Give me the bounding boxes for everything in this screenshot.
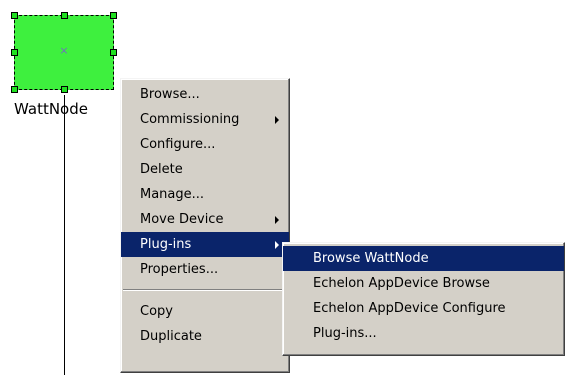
submenu-arrow-icon	[275, 116, 279, 124]
connector-line	[64, 95, 65, 375]
context-menu: Browse... Commissioning Configure... Del…	[120, 78, 290, 373]
device-label: WattNode	[14, 100, 88, 118]
menu-item-copy[interactable]: Copy	[121, 299, 289, 324]
wattnode-device-shape[interactable]: ×	[11, 12, 117, 93]
resize-handle-bottom-center[interactable]	[61, 86, 68, 93]
menu-item-label: Move Device	[140, 212, 224, 227]
menu-item-label: Duplicate	[140, 329, 202, 344]
menu-item-commissioning[interactable]: Commissioning	[121, 107, 289, 132]
submenu-item-label: Plug-ins...	[313, 326, 377, 341]
menu-item-label: Browse...	[140, 87, 200, 102]
menu-item-browse[interactable]: Browse...	[121, 82, 289, 107]
menu-item-manage[interactable]: Manage...	[121, 182, 289, 207]
plugins-submenu: Browse WattNode Echelon AppDevice Browse…	[282, 242, 565, 356]
resize-handle-top-center[interactable]	[61, 12, 68, 19]
submenu-arrow-icon	[275, 241, 279, 249]
center-x-icon: ×	[59, 44, 69, 57]
menu-item-label: Copy	[140, 304, 173, 319]
menu-item-label: Delete	[140, 162, 183, 177]
menu-item-label: Properties...	[140, 262, 219, 277]
submenu-item-echelon-appdevice-configure[interactable]: Echelon AppDevice Configure	[283, 296, 564, 321]
menu-item-label: Configure...	[140, 137, 216, 152]
menu-item-plug-ins[interactable]: Plug-ins	[121, 232, 289, 257]
resize-handle-middle-right[interactable]	[110, 49, 117, 56]
menu-item-label: Manage...	[140, 187, 205, 202]
submenu-item-echelon-appdevice-browse[interactable]: Echelon AppDevice Browse	[283, 271, 564, 296]
submenu-arrow-icon	[275, 216, 279, 224]
menu-item-configure[interactable]: Configure...	[121, 132, 289, 157]
menu-separator	[123, 289, 287, 291]
menu-item-properties[interactable]: Properties...	[121, 257, 289, 282]
menu-item-move-device[interactable]: Move Device	[121, 207, 289, 232]
submenu-item-label: Browse WattNode	[313, 251, 429, 266]
submenu-item-label: Echelon AppDevice Browse	[313, 276, 490, 291]
menu-item-delete[interactable]: Delete	[121, 157, 289, 182]
menu-item-label: Commissioning	[140, 112, 240, 127]
submenu-item-plug-ins[interactable]: Plug-ins...	[283, 321, 564, 346]
submenu-item-label: Echelon AppDevice Configure	[313, 301, 506, 316]
resize-handle-bottom-left[interactable]	[11, 86, 18, 93]
resize-handle-top-left[interactable]	[11, 12, 18, 19]
menu-item-duplicate[interactable]: Duplicate	[121, 324, 289, 349]
menu-item-label: Plug-ins	[140, 237, 192, 252]
resize-handle-top-right[interactable]	[110, 12, 117, 19]
resize-handle-middle-left[interactable]	[11, 49, 18, 56]
submenu-item-browse-wattnode[interactable]: Browse WattNode	[283, 246, 564, 271]
